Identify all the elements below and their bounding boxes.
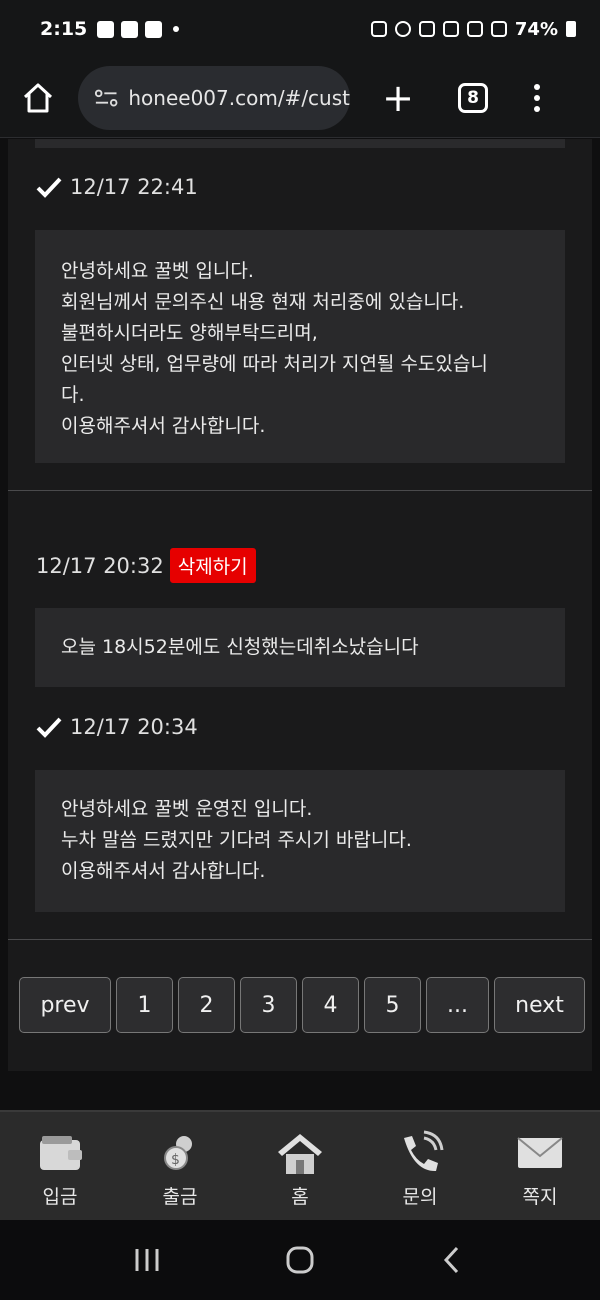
home-nav-icon[interactable]: [285, 1245, 315, 1275]
previous-message-box: [35, 139, 565, 148]
hd-voice-icon: [466, 21, 483, 37]
question-message: 오늘 18시52분에도 신청했는데취소났습니다: [35, 608, 565, 687]
answer-line: 안녕하세요 꿀벳 운영진 입니다.: [61, 798, 313, 820]
signal-icon: [490, 21, 507, 37]
divider: [8, 939, 592, 940]
answer-line: 안녕하세요 꿀벳 입니다.: [61, 260, 254, 282]
nav-label: 출금: [162, 1186, 198, 1208]
app-n-icon: [145, 20, 163, 38]
check-icon: [36, 717, 62, 738]
notification-icon: [97, 20, 115, 38]
page-button[interactable]: 5: [364, 977, 421, 1033]
status-bar: 2:15 74%: [0, 0, 600, 58]
battery-icon: [566, 21, 576, 37]
svg-text:$: $: [171, 1152, 180, 1168]
alarm-icon: [394, 21, 411, 37]
recent-apps-icon[interactable]: [132, 1245, 162, 1275]
more-pages-button[interactable]: ...: [426, 977, 489, 1033]
answer-line: 회원님께서 문의주신 내용 현재 처리중에 있습니다.: [61, 291, 465, 313]
nav-label: 입금: [42, 1186, 78, 1208]
mute-icon: [418, 21, 435, 37]
browser-menu-button[interactable]: [534, 83, 540, 112]
nav-home[interactable]: 홈: [240, 1112, 360, 1220]
answer-header: 12/17 22:41: [36, 175, 198, 199]
home-icon: [23, 83, 53, 112]
browser-toolbar: honee007.com/#/cust + 8: [0, 58, 600, 138]
phone-icon: [404, 1130, 444, 1172]
status-time: 2:15: [40, 18, 88, 40]
answer-line: 이용해주셔서 감사합니다.: [61, 860, 266, 882]
system-nav-bar: [0, 1220, 600, 1300]
answer-message: 안녕하세요 꿀벳 입니다. 회원님께서 문의주신 내용 현재 처리중에 있습니다…: [35, 230, 565, 463]
new-tab-button[interactable]: +: [378, 78, 418, 118]
home-button[interactable]: [18, 78, 58, 118]
answer-timestamp: 12/17 22:41: [70, 175, 198, 199]
inquiry-list: 12/17 22:41 안녕하세요 꿀벳 입니다. 회원님께서 문의주신 내용 …: [8, 139, 592, 1071]
page-button[interactable]: 3: [240, 977, 297, 1033]
answer-line: 다.: [61, 384, 85, 406]
prev-page-button[interactable]: prev: [19, 977, 111, 1033]
next-page-button[interactable]: next: [494, 977, 585, 1033]
url-text: honee007.com/#/cust: [128, 85, 350, 110]
answer-line: 누차 말씀 드렸지만 기다려 주시기 바랍니다.: [61, 829, 412, 851]
coins-icon: $: [164, 1136, 192, 1170]
app-bottom-nav: 입금 $ 출금 홈 문의 쪽지: [0, 1110, 600, 1220]
answer-timestamp: 12/17 20:34: [70, 715, 198, 739]
wifi-icon: [442, 21, 459, 37]
answer-header: 12/17 20:34: [36, 715, 198, 739]
question-text: 오늘 18시52분에도 신청했는데취소났습니다: [61, 636, 419, 658]
more-notifications-dot: [173, 26, 180, 32]
check-icon: [36, 177, 62, 198]
address-bar[interactable]: honee007.com/#/cust: [78, 65, 350, 130]
back-icon[interactable]: [438, 1245, 468, 1275]
site-settings-icon: [94, 89, 118, 106]
nav-label: 쪽지: [522, 1186, 558, 1208]
page-button[interactable]: 2: [178, 977, 235, 1033]
envelope-icon: [517, 1137, 563, 1168]
battery-percent: 74%: [514, 18, 558, 40]
nav-label: 문의: [402, 1186, 438, 1208]
delete-button[interactable]: 삭제하기: [169, 548, 256, 583]
nav-messages[interactable]: 쪽지: [480, 1112, 600, 1220]
pagination: prev 1 2 3 4 5 ... next: [19, 977, 585, 1033]
nav-withdraw[interactable]: $ 출금: [120, 1112, 240, 1220]
nav-deposit[interactable]: 입금: [0, 1112, 120, 1220]
gallery-icon: [121, 20, 139, 38]
answer-line: 인터넷 상태, 업무량에 따라 처리가 지연될 수도있습니: [61, 353, 488, 375]
answer-line: 이용해주셔서 감사합니다.: [61, 415, 266, 437]
nav-inquiry[interactable]: 문의: [360, 1112, 480, 1220]
question-header: 12/17 20:32 삭제하기: [36, 548, 256, 583]
tab-switcher-button[interactable]: 8: [458, 82, 488, 113]
answer-line: 불편하시더라도 양해부탁드리며,: [61, 322, 318, 344]
divider: [8, 490, 592, 491]
question-timestamp: 12/17 20:32: [36, 553, 164, 578]
house-icon: [278, 1134, 322, 1174]
page-button[interactable]: 4: [302, 977, 359, 1033]
battery-saver-icon: [370, 21, 387, 37]
wallet-icon: [40, 1136, 82, 1170]
answer-message: 안녕하세요 꿀벳 운영진 입니다. 누차 말씀 드렸지만 기다려 주시기 바랍니…: [35, 770, 565, 912]
page-button[interactable]: 1: [116, 977, 173, 1033]
nav-label: 홈: [291, 1186, 309, 1208]
